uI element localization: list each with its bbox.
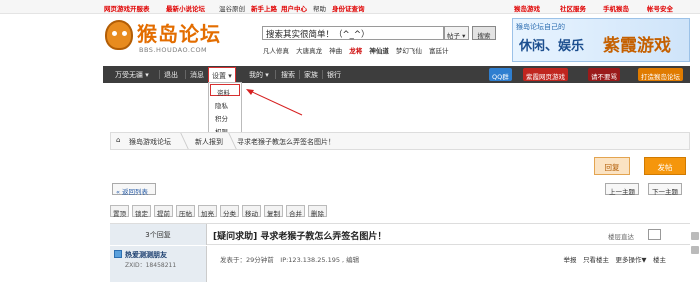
menu-item-points[interactable]: 积分: [209, 110, 241, 123]
no-abuse-button[interactable]: 请不要骂: [588, 68, 620, 81]
breadcrumb-current: 寻求老猴子教怎么弄签名图片！: [237, 138, 335, 146]
hotword-link[interactable]: 大唐真龙: [296, 47, 322, 55]
back-to-list-link[interactable]: « 返回列表: [112, 183, 156, 196]
divider: [299, 70, 300, 79]
scroll-down-icon[interactable]: [691, 246, 699, 254]
hotword-link[interactable]: 神曲: [329, 47, 342, 55]
scroll-up-icon[interactable]: [691, 232, 699, 240]
webgame-button[interactable]: 紫霞网页游戏: [523, 68, 568, 81]
floor-jump-label: 楼层直达: [608, 233, 634, 241]
hotword-link[interactable]: 富廷计: [429, 47, 449, 55]
home-icon[interactable]: ⌂: [116, 136, 120, 144]
monkey-mascot-icon: [105, 20, 133, 50]
banner-text: 紫霞游戏: [603, 36, 671, 56]
logo-title: 猴岛论坛: [137, 22, 221, 46]
reply-button[interactable]: 回复: [594, 157, 630, 175]
divider: [185, 70, 186, 79]
mod-button[interactable]: 压帖: [176, 205, 195, 218]
site-logo[interactable]: 猴岛论坛 BBS.HOUDAO.COM: [105, 18, 223, 58]
mod-button[interactable]: 提前: [154, 205, 173, 218]
breadcrumb-separator: [171, 133, 189, 149]
top-link[interactable]: 温谷原创: [219, 3, 245, 13]
user-avatar-icon[interactable]: [114, 250, 122, 258]
top-link[interactable]: 用户中心: [281, 3, 307, 13]
annotation-arrow: [246, 89, 303, 116]
floor-jump-input[interactable]: [648, 229, 661, 240]
new-post-button[interactable]: 发帖: [644, 157, 686, 175]
chevron-down-icon: ▾: [263, 71, 269, 79]
top-links-bar: 网页游戏开服表 最新小说论坛 温谷原创 新手上路 用户中心 帮助 身份证查询 猴…: [0, 0, 700, 14]
nav-username[interactable]: 万受无疆 ▾: [115, 66, 149, 83]
chevron-down-icon: ▾: [143, 71, 149, 79]
breadcrumb-link[interactable]: 猴岛游戏论坛: [129, 137, 171, 147]
author-name[interactable]: 热爱测测朋友: [125, 250, 167, 260]
prev-thread-button[interactable]: 上一主题: [605, 183, 639, 196]
mod-button[interactable]: 置顶: [110, 205, 129, 218]
logo-subtitle: BBS.HOUDAO.COM: [139, 46, 208, 54]
side-tools: [688, 226, 700, 282]
author-panel: 热爱测测朋友 ZXID：18458211: [110, 246, 207, 282]
thread-header: 3个回复 [疑问求助] 寻求老猴子教怎么弄签名图片！ 楼层直达: [110, 223, 690, 245]
build-forum-button[interactable]: 打造猴岛论坛: [638, 68, 683, 81]
mod-button[interactable]: 复制: [264, 205, 283, 218]
mod-button[interactable]: 移动: [242, 205, 261, 218]
site-header: 猴岛论坛 BBS.HOUDAO.COM 搜索其实很简单！（^_^） 帖子 ▾ 搜…: [0, 14, 700, 66]
mod-button[interactable]: 锁定: [132, 205, 151, 218]
user-nav-bar: 万受无疆 ▾ 退出 消息 设置 ▾ 我的 ▾ 搜索 家族 银行 QQ群 紫霞网页…: [103, 66, 690, 83]
post-meta: 发表于：29分钟前 IP:123.138.25.195 , 编辑: [220, 256, 360, 264]
top-link[interactable]: 最新小说论坛: [166, 3, 205, 13]
top-right-link[interactable]: 社区服务: [560, 3, 586, 13]
nav-messages[interactable]: 消息: [190, 66, 204, 83]
nav-logout[interactable]: 退出: [164, 66, 178, 83]
top-link[interactable]: 网页游戏开服表: [104, 3, 150, 13]
banner-text: 休闲、娱乐: [519, 39, 585, 54]
nav-mine[interactable]: 我的 ▾: [249, 66, 269, 83]
top-right-link[interactable]: 帐号安全: [647, 3, 673, 13]
nav-search[interactable]: 搜索: [281, 66, 295, 83]
mod-button[interactable]: 合并: [286, 205, 305, 218]
ad-banner[interactable]: 猴岛论坛自己的 休闲、娱乐 紫霞游戏: [512, 18, 690, 62]
search-scope-label: 帖子: [447, 32, 460, 40]
divider: [322, 70, 323, 79]
breadcrumb: ⌂ 猴岛游戏论坛 新人报到 寻求老猴子教怎么弄签名图片！: [110, 132, 690, 150]
nav-label: 设置: [212, 72, 226, 80]
mod-button[interactable]: 删除: [308, 205, 327, 218]
qq-group-button[interactable]: QQ群: [489, 68, 512, 81]
divider: [275, 70, 276, 79]
breadcrumb-link[interactable]: 新人报到: [195, 137, 223, 147]
search-input[interactable]: 搜索其实很简单！（^_^）: [262, 26, 444, 40]
mod-button[interactable]: 加亮: [198, 205, 217, 218]
nav-settings[interactable]: 设置 ▾: [208, 67, 236, 83]
search-button[interactable]: 搜索: [472, 26, 496, 40]
top-link[interactable]: 身份证查询: [332, 3, 365, 13]
reply-count: 3个回复: [110, 224, 207, 245]
menu-item-privacy[interactable]: 隐私: [209, 97, 241, 110]
hotword-link[interactable]: 神仙道: [369, 47, 389, 55]
top-link[interactable]: 新手上路: [251, 3, 277, 13]
chevron-down-icon: ▾: [226, 72, 232, 80]
thread-title: [疑问求助] 寻求老猴子教怎么弄签名图片！: [213, 232, 387, 242]
mod-button[interactable]: 分类: [220, 205, 239, 218]
nav-bank[interactable]: 银行: [327, 66, 341, 83]
nav-family[interactable]: 家族: [304, 66, 318, 83]
hotword-link[interactable]: 凡人修真: [263, 47, 289, 55]
top-link[interactable]: 帮助: [313, 3, 326, 13]
search-scope-select[interactable]: 帖子 ▾: [444, 26, 469, 40]
post-actions[interactable]: 举报 只看楼主 更多操作▼ 楼主: [564, 254, 667, 264]
menu-item-profile[interactable]: 资料: [210, 84, 240, 97]
chevron-down-icon: ▾: [460, 32, 466, 40]
next-thread-button[interactable]: 下一主题: [648, 183, 682, 196]
top-right-link[interactable]: 手机猴岛: [603, 3, 629, 13]
divider: [159, 70, 160, 79]
nav-label: 万受无疆: [115, 71, 143, 79]
top-right-link[interactable]: 猴岛游戏: [514, 3, 540, 13]
banner-text: 猴岛论坛自己的: [516, 23, 565, 31]
hotword-link[interactable]: 梦幻飞仙: [396, 47, 422, 55]
hot-keywords: 凡人修真 大唐真龙 神曲 龙将 神仙道 梦幻飞仙 富廷计: [263, 45, 453, 55]
post-row: 热爱测测朋友 ZXID：18458211 发表于：29分钟前 IP:123.13…: [110, 246, 690, 282]
author-id: ZXID：18458211: [125, 262, 177, 269]
hotword-link[interactable]: 龙将: [349, 47, 362, 55]
nav-label: 我的: [249, 71, 263, 79]
